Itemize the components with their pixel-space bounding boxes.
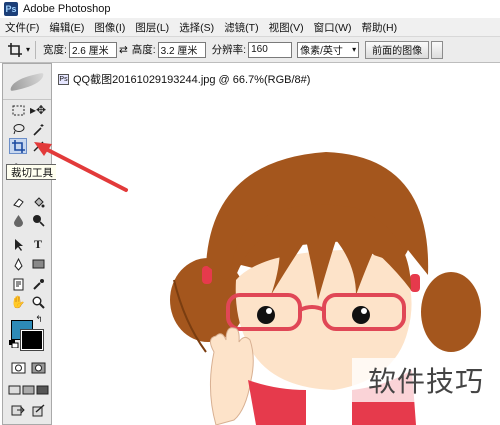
slice-tool-icon[interactable] bbox=[29, 138, 47, 154]
rectangle-tool-icon[interactable] bbox=[29, 256, 47, 272]
width-input[interactable]: 2.6 厘米 bbox=[68, 41, 117, 58]
edit-in-imageready-icon[interactable] bbox=[29, 402, 47, 418]
separator bbox=[35, 40, 37, 59]
resolution-unit-value: 像素/英寸 bbox=[300, 46, 343, 57]
swap-colors-icon[interactable]: ↰ bbox=[33, 314, 45, 324]
tools-panel: ▸✥ ✎ T ✋ ↰ bbox=[2, 63, 52, 425]
menu-layer[interactable]: 图层(L) bbox=[130, 20, 174, 35]
feather-logo-icon bbox=[8, 71, 46, 92]
pen-tool-icon[interactable] bbox=[9, 256, 27, 272]
blur-tool-icon[interactable] bbox=[9, 212, 27, 228]
front-image-button[interactable]: 前面的图像 bbox=[365, 40, 430, 59]
paint-bucket-tool-icon[interactable] bbox=[29, 194, 47, 210]
options-bar: ▾ 宽度: 2.6 厘米 ⇄ 高度: 3.2 厘米 分辨率: 160 像素/英寸… bbox=[0, 37, 500, 63]
quick-mask-mode-icon[interactable] bbox=[29, 360, 47, 376]
lasso-tool-icon[interactable] bbox=[9, 121, 27, 137]
magic-wand-tool-icon[interactable] bbox=[29, 121, 47, 137]
chevron-down-icon: ▾ bbox=[352, 45, 357, 54]
eyedropper-tool-icon[interactable] bbox=[29, 276, 47, 292]
window-title: Adobe Photoshop bbox=[23, 3, 111, 15]
menu-edit[interactable]: 编辑(E) bbox=[44, 20, 89, 35]
menu-file[interactable]: 文件(F) bbox=[0, 20, 44, 35]
document-tab[interactable]: Ps QQ截图20161029193244.jpg @ 66.7%(RGB/8#… bbox=[58, 70, 310, 88]
full-screen-mode-icon[interactable] bbox=[35, 382, 49, 398]
full-screen-menubar-mode-icon[interactable] bbox=[21, 382, 35, 398]
crop-tool-preset-icon[interactable] bbox=[4, 42, 26, 58]
eraser-tool-icon[interactable] bbox=[9, 194, 27, 210]
menu-help[interactable]: 帮助(H) bbox=[357, 20, 403, 35]
swap-dimensions-icon[interactable]: ⇄ bbox=[119, 44, 128, 56]
resolution-unit-select[interactable]: 像素/英寸 ▾ bbox=[297, 41, 360, 58]
notes-tool-icon[interactable] bbox=[9, 276, 27, 292]
height-label: 高度: bbox=[131, 44, 156, 56]
toolbox-header bbox=[3, 64, 51, 100]
preset-dropdown-arrow-icon[interactable]: ▾ bbox=[26, 45, 30, 54]
document-title: QQ截图20161029193244.jpg @ 66.7%(RGB/8#) bbox=[73, 74, 311, 86]
default-colors-icon[interactable] bbox=[9, 340, 19, 349]
menu-window[interactable]: 窗口(W) bbox=[309, 20, 357, 35]
height-input[interactable]: 3.2 厘米 bbox=[157, 41, 206, 58]
menu-bar: 文件(F) 编辑(E) 图像(I) 图层(L) 选择(S) 滤镜(T) 视图(V… bbox=[0, 18, 500, 37]
zoom-tool-icon[interactable] bbox=[29, 294, 47, 310]
menu-image[interactable]: 图像(I) bbox=[89, 20, 130, 35]
standard-mode-icon[interactable] bbox=[9, 360, 27, 376]
watermark-text: 软件技巧 bbox=[367, 365, 484, 398]
standard-screen-mode-icon[interactable] bbox=[7, 382, 21, 398]
crop-tool-icon[interactable] bbox=[9, 138, 27, 154]
title-bar: Ps Adobe Photoshop bbox=[0, 0, 500, 18]
jump-to-imageready-icon[interactable] bbox=[9, 402, 27, 418]
resolution-label: 分辨率: bbox=[211, 44, 247, 56]
background-color-swatch[interactable] bbox=[20, 329, 44, 351]
hand-tool-icon[interactable]: ✋ bbox=[9, 294, 27, 310]
menu-view[interactable]: 视图(V) bbox=[264, 20, 309, 35]
resolution-input[interactable]: 160 bbox=[248, 41, 293, 58]
menu-select[interactable]: 选择(S) bbox=[174, 20, 219, 35]
dodge-tool-icon[interactable] bbox=[29, 212, 47, 228]
width-label: 宽度: bbox=[43, 44, 67, 56]
document-icon: Ps bbox=[58, 73, 69, 85]
photoshop-logo-icon: Ps bbox=[4, 2, 18, 16]
clear-button[interactable] bbox=[431, 40, 444, 59]
menu-filter[interactable]: 滤镜(T) bbox=[219, 20, 263, 35]
marquee-tool-icon[interactable] bbox=[9, 102, 27, 118]
move-tool-icon[interactable]: ▸✥ bbox=[29, 102, 47, 118]
watermark: 软件技巧 bbox=[352, 358, 500, 402]
path-selection-tool-icon[interactable] bbox=[9, 236, 27, 252]
type-tool-icon[interactable]: T bbox=[29, 236, 47, 252]
